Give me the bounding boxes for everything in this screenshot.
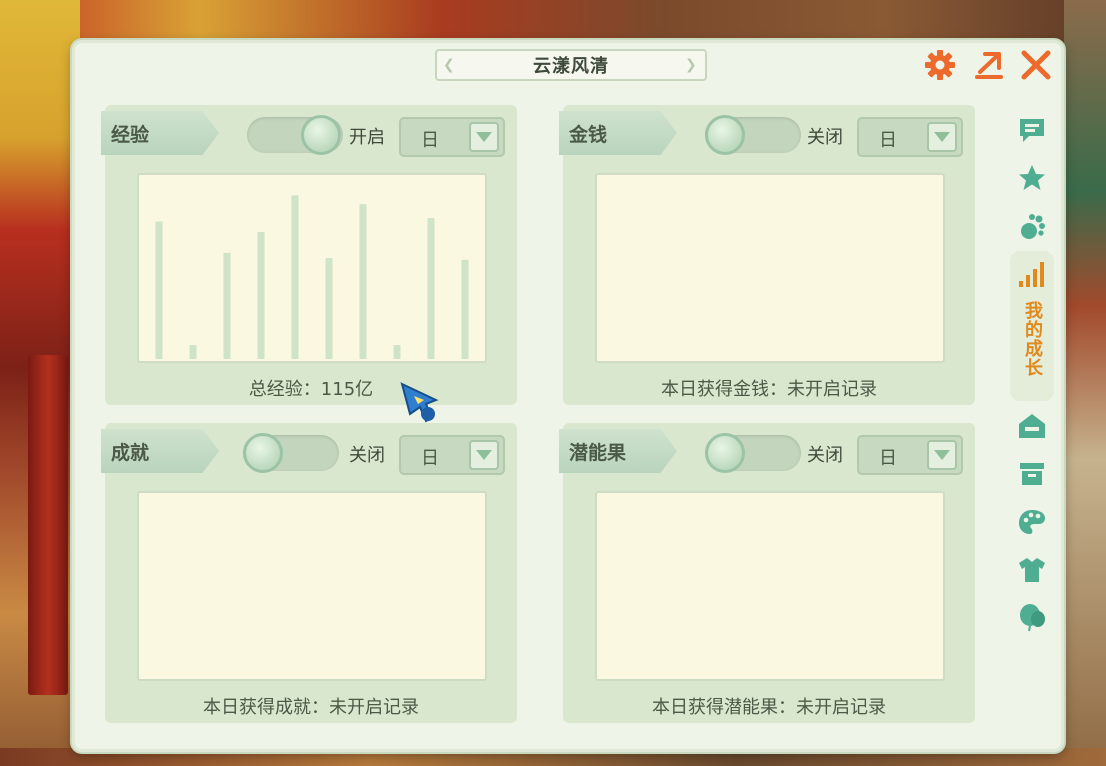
experience-bar: [223, 252, 231, 359]
experience-bar: [427, 218, 435, 359]
experience-bar: [359, 204, 367, 359]
background-right-building: [1064, 0, 1106, 766]
achievement-chart-area: [137, 491, 487, 681]
title-ornament-right: ❯: [685, 57, 698, 73]
money-state-text: 关闭: [807, 127, 843, 148]
potential-fruit-period-select[interactable]: 日: [857, 435, 963, 475]
period-value: 日: [421, 130, 439, 151]
experience-bar: [189, 345, 197, 359]
experience-toggle[interactable]: [247, 115, 343, 155]
achievement-toggle[interactable]: [243, 433, 339, 473]
storage-box-icon[interactable]: [1010, 451, 1054, 497]
background-red-pillar: [28, 355, 68, 695]
money-tag: 金钱: [559, 111, 677, 155]
growth-bars-icon: [1017, 259, 1047, 293]
experience-total-caption: 总经验：115亿: [248, 379, 374, 400]
panel-title: 云漾风清: [533, 56, 609, 77]
money-card: 金钱 关闭 日 本日获得金钱：未开启记录: [559, 105, 975, 405]
period-value: 日: [879, 448, 897, 469]
side-tab-my-growth-label: 我的成长: [1022, 301, 1043, 377]
experience-bar-chart: [155, 195, 469, 359]
share-export-icon[interactable]: [969, 47, 1007, 83]
experience-state-text: 开启: [349, 127, 385, 148]
toggle-knob[interactable]: [243, 433, 283, 473]
panel-actions: [921, 47, 1055, 83]
achievement-caption: 本日获得成就：未开启记录: [203, 697, 419, 718]
pointer-cursor-icon: [400, 382, 439, 423]
potential-fruit-chart-area: [595, 491, 945, 681]
toggle-knob[interactable]: [705, 433, 745, 473]
period-value: 日: [421, 448, 439, 469]
chevron-down-icon[interactable]: [469, 440, 499, 470]
experience-card: 经验 开启 日 总经验：115亿: [101, 105, 517, 405]
settings-gear-icon[interactable]: [921, 47, 959, 83]
experience-tag: 经验: [101, 111, 219, 155]
panel-title-plate: ❮ 云漾风清 ❯: [435, 49, 707, 81]
experience-bar: [257, 231, 265, 359]
money-period-select[interactable]: 日: [857, 117, 963, 157]
achievement-tag: 成就: [101, 429, 219, 473]
potential-fruit-state-text: 关闭: [807, 445, 843, 466]
chevron-down-icon[interactable]: [927, 122, 957, 152]
side-tab-my-growth[interactable]: 我的成长: [1010, 251, 1054, 401]
palette-icon[interactable]: [1010, 499, 1054, 545]
experience-bar: [461, 259, 469, 359]
money-toggle[interactable]: [705, 115, 801, 155]
balloon-icon[interactable]: [1010, 595, 1054, 641]
chat-bubble-icon[interactable]: [1010, 107, 1054, 153]
experience-chart-area: [137, 173, 487, 363]
money-chart-area: [595, 173, 945, 363]
achievement-period-select[interactable]: 日: [399, 435, 505, 475]
toggle-knob[interactable]: [705, 115, 745, 155]
experience-period-select[interactable]: 日: [399, 117, 505, 157]
side-tab-bar: 我的成长: [1007, 107, 1057, 707]
achievement-state-text: 关闭: [349, 445, 385, 466]
experience-bar: [325, 258, 333, 359]
potential-fruit-card: 潜能果 关闭 日 本日获得潜能果：未开启记录: [559, 423, 975, 723]
money-caption: 本日获得金钱：未开启记录: [661, 379, 877, 400]
chevron-down-icon[interactable]: [469, 122, 499, 152]
clothing-shirt-icon[interactable]: [1010, 547, 1054, 593]
potential-fruit-tag: 潜能果: [559, 429, 677, 473]
potential-fruit-caption: 本日获得潜能果：未开启记录: [652, 697, 886, 718]
achievement-card: 成就 关闭 日 本日获得成就：未开启记录: [101, 423, 517, 723]
growth-panel: ❮ 云漾风清 ❯ 经验 开启 日 总经验：115亿 金钱 关闭 日 本日获得金钱…: [72, 40, 1064, 752]
title-ornament-left: ❮: [443, 57, 456, 73]
pawprint-icon[interactable]: [1010, 203, 1054, 249]
potential-fruit-toggle[interactable]: [705, 433, 801, 473]
star-icon[interactable]: [1010, 155, 1054, 201]
close-icon[interactable]: [1017, 47, 1055, 83]
experience-bar: [291, 195, 299, 359]
period-value: 日: [879, 130, 897, 151]
experience-bar: [155, 221, 163, 359]
experience-bar: [393, 345, 401, 359]
home-icon[interactable]: [1010, 403, 1054, 449]
chevron-down-icon[interactable]: [927, 440, 957, 470]
toggle-knob[interactable]: [301, 115, 341, 155]
